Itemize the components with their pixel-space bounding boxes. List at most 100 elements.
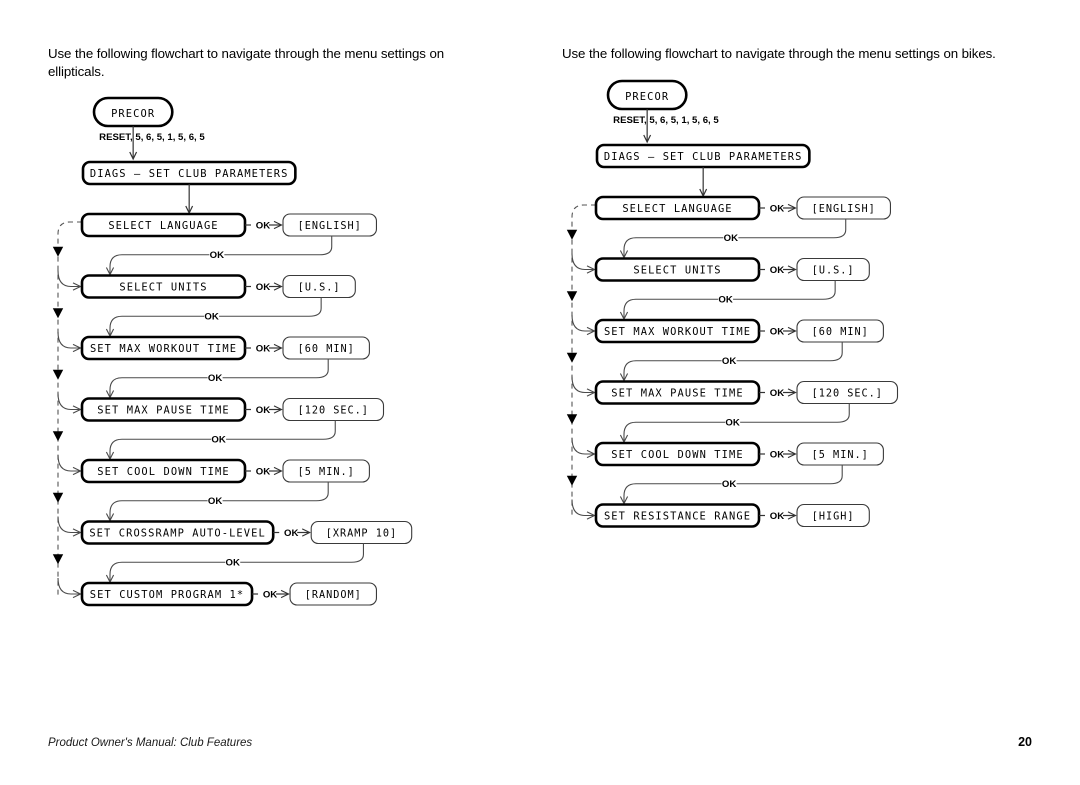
ok-loop-label: OK xyxy=(725,415,741,428)
svg-text:OK: OK xyxy=(204,312,218,323)
svg-text:PRECOR: PRECOR xyxy=(625,91,669,103)
svg-text:OK: OK xyxy=(724,233,738,244)
menu-node: SET MAX WORKOUT TIME xyxy=(80,335,247,361)
svg-text:RESET, 5, 6, 5, 1, 5, 6, 5: RESET, 5, 6, 5, 1, 5, 6, 5 xyxy=(613,115,719,126)
menu-node: SET MAX PAUSE TIME xyxy=(80,397,247,422)
rail-arrow-icon xyxy=(566,475,578,486)
ok-label: OK xyxy=(770,510,784,521)
svg-text:OK: OK xyxy=(770,510,784,521)
svg-text:SELECT LANGUAGE: SELECT LANGUAGE xyxy=(622,202,732,214)
svg-text:[60 MIN]: [60 MIN] xyxy=(812,326,869,337)
svg-text:PRECOR: PRECOR xyxy=(111,108,155,120)
svg-text:OK: OK xyxy=(256,466,270,477)
svg-text:OK: OK xyxy=(770,449,784,460)
svg-text:OK: OK xyxy=(725,417,739,428)
node-start-precor: PRECOR xyxy=(92,96,174,128)
svg-text:OK: OK xyxy=(284,528,298,539)
flowchart-bikes: PRECOR RESET, 5, 6, 5, 1, 5, 6, 5 DIAGS – … xyxy=(562,77,1032,556)
svg-text:[120 SEC.]: [120 SEC.] xyxy=(812,388,883,399)
flowchart-column-bikes: Use the following flowchart to navigate … xyxy=(562,45,1032,555)
svg-text:RESET, 5, 6, 5, 1, 5, 6, 5: RESET, 5, 6, 5, 1, 5, 6, 5 xyxy=(99,132,205,143)
rail-arrow-icon xyxy=(52,246,64,257)
ok-loop-label: OK xyxy=(209,248,225,261)
rail-arrow-icon xyxy=(52,431,64,442)
svg-text:SET COOL DOWN TIME: SET COOL DOWN TIME xyxy=(611,448,743,460)
svg-text:OK: OK xyxy=(722,356,736,367)
svg-text:OK: OK xyxy=(256,220,270,231)
value-node: [5 MIN.] xyxy=(282,459,370,483)
svg-text:[HIGH]: [HIGH] xyxy=(812,511,855,522)
svg-text:[ENGLISH]: [ENGLISH] xyxy=(298,221,362,232)
ok-label: OK xyxy=(770,326,784,337)
rail-arrow-icon xyxy=(566,352,578,363)
svg-text:[U.S.]: [U.S.] xyxy=(812,265,855,276)
menu-node: SET CROSSRAMP AUTO-LEVEL xyxy=(80,520,275,545)
value-node: [120 SEC.] xyxy=(796,380,899,404)
svg-text:OK: OK xyxy=(722,479,736,490)
rail-arrow-icon xyxy=(52,369,64,380)
value-node: [HIGH] xyxy=(796,503,870,527)
svg-text:OK: OK xyxy=(770,326,784,337)
footer-page-number: 20 xyxy=(1018,735,1032,749)
svg-text:[5 MIN.]: [5 MIN.] xyxy=(812,449,869,460)
svg-text:SET CROSSRAMP AUTO-LEVEL: SET CROSSRAMP AUTO-LEVEL xyxy=(89,527,266,539)
svg-text:SET MAX WORKOUT TIME: SET MAX WORKOUT TIME xyxy=(604,325,751,337)
value-node: [120 SEC.] xyxy=(282,397,385,422)
flowchart-svg: PRECOR RESET, 5, 6, 5, 1, 5, 6, 5 DIAGS – … xyxy=(52,96,413,607)
ok-label: OK xyxy=(770,449,784,460)
ok-label: OK xyxy=(256,343,270,354)
svg-text:OK: OK xyxy=(770,387,784,398)
value-node: [60 MIN] xyxy=(796,318,884,343)
svg-text:[XRAMP 10]: [XRAMP 10] xyxy=(326,528,397,539)
svg-text:SET MAX PAUSE TIME: SET MAX PAUSE TIME xyxy=(611,387,743,399)
svg-text:OK: OK xyxy=(211,435,225,446)
menu-node: SET COOL DOWN TIME xyxy=(594,441,761,466)
svg-text:OK: OK xyxy=(208,496,222,507)
svg-text:[5 MIN.]: [5 MIN.] xyxy=(298,467,355,478)
svg-text:SELECT UNITS: SELECT UNITS xyxy=(633,264,721,276)
svg-text:OK: OK xyxy=(256,282,270,293)
ok-label: OK xyxy=(284,528,298,539)
menu-node: SET MAX PAUSE TIME xyxy=(594,379,761,405)
ok-loop-label: OK xyxy=(204,310,220,323)
value-node: [RANDOM] xyxy=(289,582,378,606)
footer-manual-title: Product Owner's Manual: Club Features xyxy=(48,737,253,749)
ok-label: OK xyxy=(770,203,784,214)
ok-loop-label: OK xyxy=(207,371,223,384)
ok-label: OK xyxy=(256,220,270,231)
ok-loop-label: OK xyxy=(211,433,227,446)
ok-label: OK xyxy=(770,387,784,398)
ok-label: OK xyxy=(770,264,784,275)
svg-text:SET MAX WORKOUT TIME: SET MAX WORKOUT TIME xyxy=(90,343,237,355)
menu-node: SELECT UNITS xyxy=(80,274,247,299)
value-node: [5 MIN.] xyxy=(796,441,884,466)
node-diags: DIAGS – SET CLUB PARAMETERS xyxy=(595,143,811,168)
svg-text:[RANDOM]: [RANDOM] xyxy=(305,590,362,601)
svg-text:OK: OK xyxy=(263,589,277,600)
ok-loop-label: OK xyxy=(721,477,737,490)
svg-text:SET RESISTANCE RANGE: SET RESISTANCE RANGE xyxy=(604,510,751,522)
svg-text:OK: OK xyxy=(208,373,222,384)
svg-text:OK: OK xyxy=(256,343,270,354)
svg-text:SET COOL DOWN TIME: SET COOL DOWN TIME xyxy=(97,466,229,478)
value-node: [U.S.] xyxy=(282,274,356,299)
svg-text:[U.S.]: [U.S.] xyxy=(298,282,341,293)
rail-arrow-icon xyxy=(52,554,64,565)
ok-loop-label: OK xyxy=(225,556,241,569)
menu-node: SET MAX WORKOUT TIME xyxy=(594,318,761,343)
value-node: [ENGLISH] xyxy=(282,213,377,237)
ok-label: OK xyxy=(263,589,277,600)
ok-label: OK xyxy=(256,466,270,477)
rail-arrow-icon xyxy=(566,229,578,240)
value-node: [ENGLISH] xyxy=(796,195,891,220)
flowchart-ellipticals: PRECOR RESET, 5, 6, 5, 1, 5, 6, 5 DIAGS – … xyxy=(48,94,518,634)
menu-node: SET RESISTANCE RANGE xyxy=(594,502,761,528)
ok-loop-label: OK xyxy=(721,354,737,367)
value-node: [XRAMP 10] xyxy=(310,520,413,545)
intro-text-bikes: Use the following flowchart to navigate … xyxy=(562,46,996,61)
ok-label: OK xyxy=(256,282,270,293)
rail-arrow-icon xyxy=(566,413,578,424)
ok-label: OK xyxy=(256,405,270,416)
key-sequence-label: RESET, 5, 6, 5, 1, 5, 6, 5 xyxy=(99,132,205,143)
ok-loop-label: OK xyxy=(718,292,734,305)
